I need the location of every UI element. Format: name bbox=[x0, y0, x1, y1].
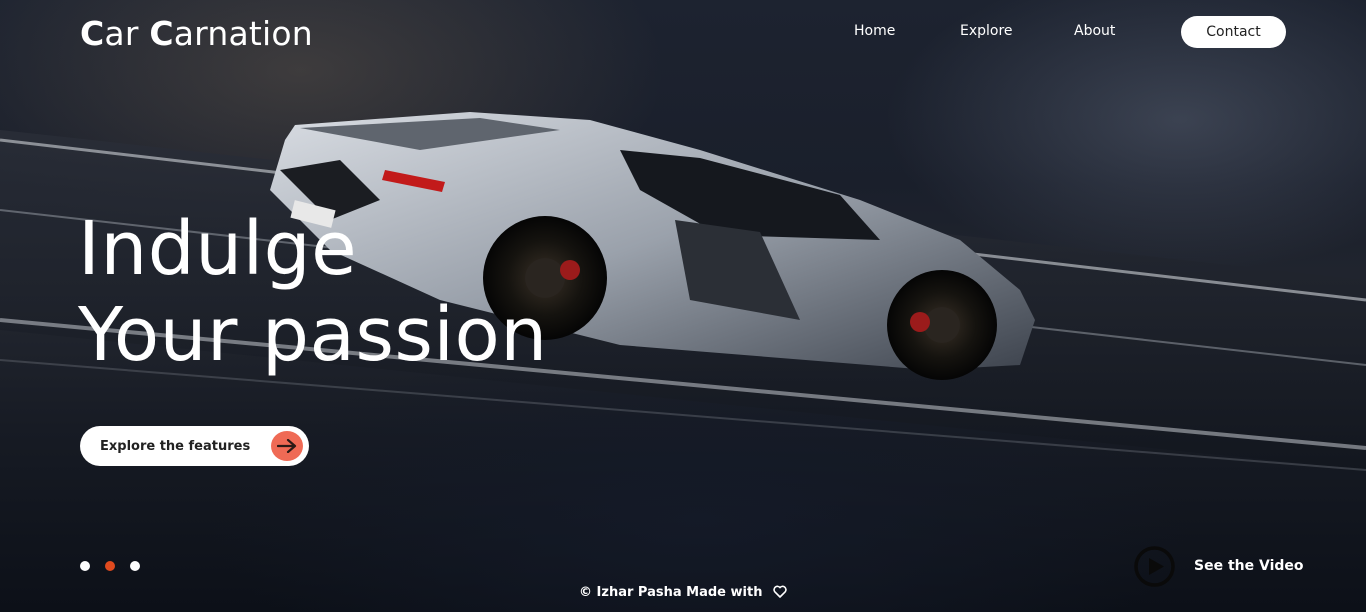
explore-features-label: Explore the features bbox=[100, 438, 251, 454]
headline-line-2: Your passion bbox=[78, 292, 548, 378]
footer-credit: © Izhar Pasha Made with bbox=[0, 585, 1366, 600]
slider-dots bbox=[80, 561, 140, 571]
heart-icon bbox=[773, 585, 787, 598]
arrow-right-icon bbox=[271, 431, 303, 461]
nav-explore[interactable]: Explore bbox=[960, 23, 1013, 39]
explore-features-button[interactable]: Explore the features bbox=[80, 426, 309, 466]
slider-dot-3[interactable] bbox=[130, 561, 140, 571]
nav-about[interactable]: About bbox=[1074, 23, 1115, 39]
see-video-label: See the Video bbox=[1194, 558, 1304, 574]
main-nav: Home Explore About Contact bbox=[0, 16, 1366, 48]
contact-button[interactable]: Contact bbox=[1181, 16, 1286, 48]
headline-line-1: Indulge bbox=[78, 206, 358, 292]
play-icon bbox=[1134, 545, 1175, 587]
nav-home[interactable]: Home bbox=[854, 23, 895, 39]
footer-text: © Izhar Pasha Made with bbox=[579, 585, 763, 600]
see-video-button[interactable]: See the Video bbox=[1134, 545, 1304, 587]
slider-dot-2[interactable] bbox=[105, 561, 115, 571]
slider-dot-1[interactable] bbox=[80, 561, 90, 571]
hero-headline: Indulge Your passion bbox=[78, 206, 548, 378]
